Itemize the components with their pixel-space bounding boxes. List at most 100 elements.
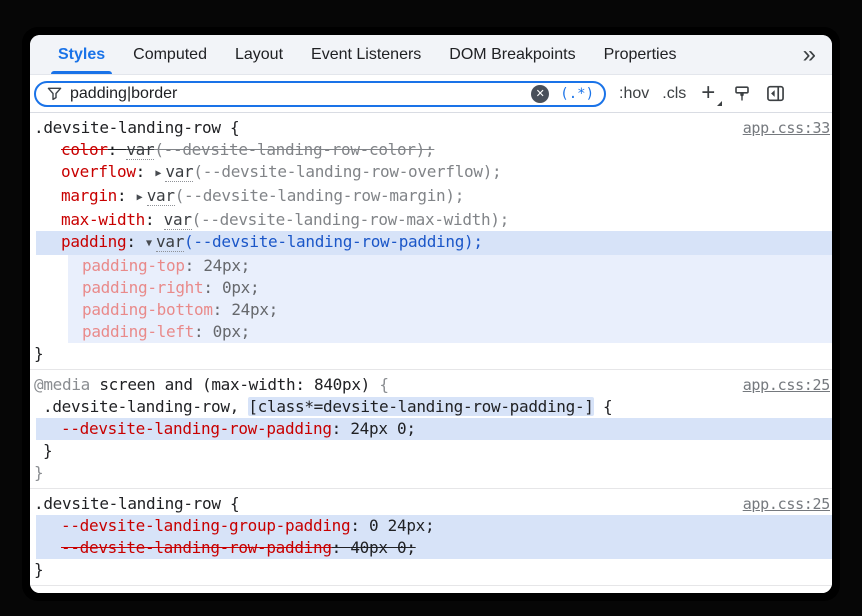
expand-arrow-icon[interactable]: ▶	[137, 187, 143, 209]
filter-funnel-icon	[47, 86, 62, 101]
tab-event-listeners[interactable]: Event Listeners	[297, 35, 435, 74]
code-line[interactable]: --devsite-landing-row-padding: 40px 0;	[30, 537, 832, 559]
tab-properties[interactable]: Properties	[590, 35, 691, 74]
code-text: 0px;	[222, 278, 259, 297]
code-text: {	[389, 591, 398, 593]
source-link[interactable]: app.css:33	[743, 117, 830, 139]
code-text: [class*=devsite-landing-row-padding-]	[248, 397, 593, 416]
code-text: var	[156, 232, 184, 252]
rule-block: app.css:25 .devsite-landing-row { --devsit…	[30, 488, 832, 585]
code-line[interactable]: overflow: ▶var(--devsite-landing-row-ove…	[30, 161, 832, 185]
code-text: margin	[61, 186, 117, 205]
code-text: }	[43, 441, 52, 460]
toggle-sidebar-button[interactable]	[765, 83, 786, 104]
clear-filter-icon[interactable]: ✕	[531, 85, 549, 103]
code-text: (--devsite-landing-row-overflow)	[193, 162, 492, 181]
styles-pane: app.css:33 .devsite-landing-row { color: v…	[30, 113, 832, 593]
code-line[interactable]: app.css:33.devsite-landing-row {	[30, 117, 832, 139]
styles-toolbar: ✕ (.*) :hov .cls +	[30, 75, 832, 113]
code-text: 24px;	[203, 256, 250, 275]
regex-toggle-button[interactable]: (.*)	[557, 85, 597, 103]
code-text: }	[34, 344, 43, 363]
code-text: padding-bottom	[82, 300, 213, 319]
rule-block: app.css:25 @media screen and (max-width: …	[30, 369, 832, 488]
source-link[interactable]: app.css:17	[743, 590, 830, 593]
code-text: :	[108, 140, 127, 159]
rendering-emulations-brush-icon[interactable]	[732, 84, 752, 104]
rule-block: app.css:17[background=grey], [background…	[30, 585, 832, 593]
code-line[interactable]: padding-right: 0px;	[30, 277, 832, 299]
code-line[interactable]: padding-top: 24px;	[30, 255, 832, 277]
panel-tabbar: StylesComputedLayoutEvent ListenersDOM B…	[30, 35, 832, 75]
toggle-element-state-button[interactable]: :hov	[619, 85, 649, 103]
code-text: var	[126, 140, 154, 160]
code-line[interactable]: app.css:25 .devsite-landing-row {	[30, 493, 832, 515]
tab-dom-breakpoints[interactable]: DOM Breakpoints	[435, 35, 589, 74]
code-line[interactable]: .devsite-landing-row, [class*=devsite-la…	[30, 396, 832, 418]
code-line[interactable]: padding-left: 0px;	[30, 321, 832, 343]
code-line[interactable]: }	[30, 462, 832, 484]
devtools-window: StylesComputedLayoutEvent ListenersDOM B…	[22, 27, 840, 601]
code-text: :	[194, 322, 213, 341]
screen-background: StylesComputedLayoutEvent ListenersDOM B…	[0, 0, 862, 616]
element-classes-button[interactable]: .cls	[662, 85, 686, 103]
tab-layout[interactable]: Layout	[221, 35, 297, 74]
code-text: 24px 0;	[350, 419, 415, 438]
code-line[interactable]: padding: ▼var(--devsite-landing-row-padd…	[30, 231, 832, 255]
code-text: (--devsite-landing-row-color)	[154, 140, 425, 159]
code-text: }	[34, 463, 43, 482]
devtools-styles-panel: StylesComputedLayoutEvent ListenersDOM B…	[30, 35, 832, 593]
code-text: .devsite-landing-row	[34, 118, 230, 137]
code-text: :	[332, 419, 351, 438]
collapse-arrow-icon[interactable]: ▼	[146, 233, 152, 255]
code-line[interactable]: --devsite-landing-group-padding: 0 24px;	[30, 515, 832, 537]
rule-block: app.css:33.devsite-landing-row {color: v…	[30, 113, 832, 369]
code-line[interactable]: }	[30, 440, 832, 462]
code-text: @media	[34, 375, 90, 394]
code-text[interactable]: (--devsite-landing-row-padding)	[184, 232, 473, 251]
code-text: {	[594, 397, 613, 416]
code-line[interactable]: --devsite-landing-row-padding: 24px 0;	[30, 418, 832, 440]
code-text: 24px;	[231, 300, 278, 319]
code-text: var	[164, 210, 192, 230]
code-line[interactable]: margin: ▶var(--devsite-landing-row-margi…	[30, 185, 832, 209]
code-text: :	[136, 162, 155, 181]
code-text: --devsite-landing-group-padding	[61, 516, 350, 535]
code-line[interactable]: }	[30, 343, 832, 365]
code-text: :	[117, 186, 136, 205]
styles-filter-input[interactable]	[70, 85, 523, 103]
code-text: (--devsite-landing-row-max-width)	[192, 210, 500, 229]
new-style-rule-button[interactable]: +	[699, 81, 719, 107]
more-tabs-chevron-icon[interactable]: »	[797, 35, 822, 74]
expand-arrow-icon[interactable]: ▶	[155, 163, 161, 185]
code-text: 0 24px;	[369, 516, 434, 535]
code-text: screen and (max-width: 840px)	[90, 375, 379, 394]
code-line[interactable]: max-width: var(--devsite-landing-row-max…	[30, 209, 832, 231]
code-text: .devsite-landing-row	[34, 494, 230, 513]
source-link[interactable]: app.css:25	[743, 374, 830, 396]
code-text: {	[230, 494, 239, 513]
code-line[interactable]: app.css:25 @media screen and (max-width: …	[30, 374, 832, 396]
code-text: padding	[61, 232, 126, 251]
source-link[interactable]: app.css:25	[743, 493, 830, 515]
code-line[interactable]: color: var(--devsite-landing-row-color);	[30, 139, 832, 161]
tab-computed[interactable]: Computed	[119, 35, 221, 74]
code-text: :	[332, 538, 351, 557]
code-text: padding-right	[82, 278, 203, 297]
code-text: var	[147, 186, 175, 206]
code-text: .devsite-landing-row,	[43, 397, 248, 416]
code-text: overflow	[61, 162, 136, 181]
code-text: padding-top	[82, 256, 185, 275]
code-text: ;	[473, 232, 482, 251]
code-line[interactable]: app.css:17[background=grey], [background…	[30, 590, 832, 593]
code-text: ;	[492, 162, 501, 181]
code-text: --devsite-landing-row-padding	[61, 538, 332, 557]
tab-styles[interactable]: Styles	[44, 35, 119, 74]
code-text: (--devsite-landing-row-margin)	[175, 186, 455, 205]
code-line[interactable]: }	[30, 559, 832, 581]
code-text: :	[185, 256, 204, 275]
code-line[interactable]: padding-bottom: 24px;	[30, 299, 832, 321]
code-text: {	[379, 375, 388, 394]
code-text: ;	[455, 186, 464, 205]
code-text: :	[145, 210, 164, 229]
